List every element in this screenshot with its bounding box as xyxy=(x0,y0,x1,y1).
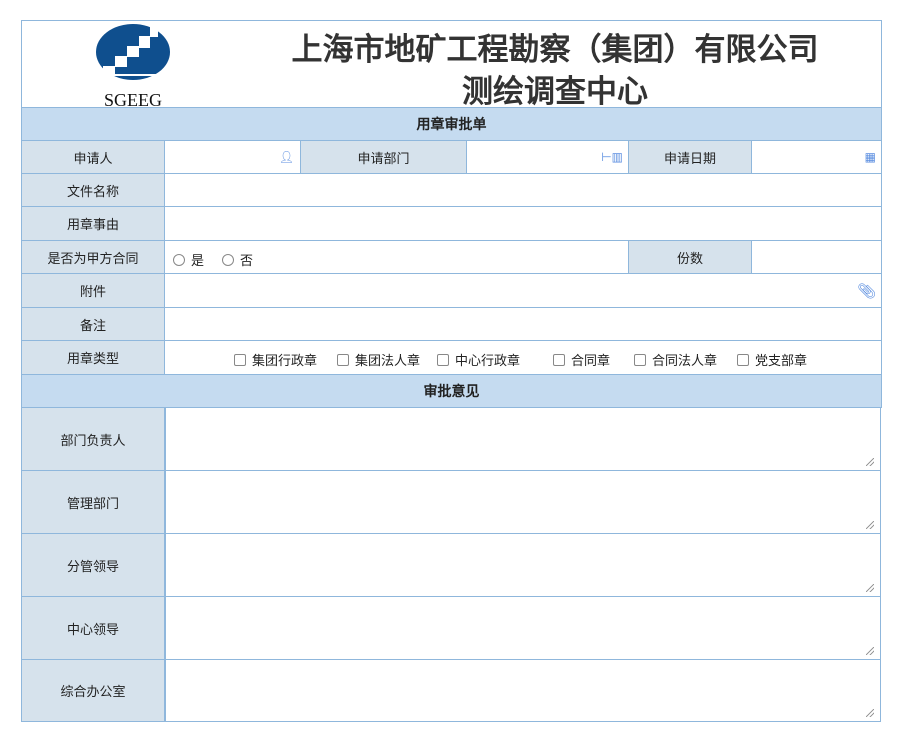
department-label: 申请部门 xyxy=(300,140,467,174)
checkbox[interactable] xyxy=(337,353,349,366)
approval-textarea[interactable] xyxy=(165,470,881,534)
approval-label: 部门负责人 xyxy=(21,407,165,471)
radio-no[interactable]: 否 xyxy=(222,250,253,269)
checkbox[interactable] xyxy=(737,353,749,366)
approval-textarea[interactable] xyxy=(165,407,881,471)
attachment-input[interactable]: 📎︎ xyxy=(164,273,882,308)
checkbox[interactable] xyxy=(553,353,565,366)
reason-label: 用章事由 xyxy=(21,206,165,241)
checkbox[interactable] xyxy=(634,353,646,366)
approval-label: 管理部门 xyxy=(21,470,165,534)
department-input[interactable]: ⊢▥ xyxy=(466,140,629,174)
seal-option-label: 集团法人章 xyxy=(355,354,421,369)
copies-input[interactable] xyxy=(751,240,882,274)
reason-input[interactable] xyxy=(164,206,882,241)
approval-textarea[interactable] xyxy=(165,659,881,722)
resize-handle[interactable] xyxy=(866,584,874,592)
approval-textarea[interactable] xyxy=(165,533,881,597)
seal-option[interactable]: 中心行政章 xyxy=(437,350,520,369)
party-a-label: 是否为甲方合同 xyxy=(21,240,165,274)
remark-label: 备注 xyxy=(21,307,165,341)
applicant-input[interactable]: 👤︎ xyxy=(164,140,301,174)
date-label: 申请日期 xyxy=(628,140,752,174)
seal-option[interactable]: 集团法人章 xyxy=(337,350,420,369)
center-title: 测绘调查中心 xyxy=(462,74,648,110)
radio-no-label: 否 xyxy=(240,254,254,269)
approval-label: 综合办公室 xyxy=(21,659,165,722)
seal-option-label: 党支部章 xyxy=(755,354,808,369)
seal-option-label: 集团行政章 xyxy=(252,354,318,369)
seal-option[interactable]: 集团行政章 xyxy=(234,350,317,369)
file-name-input[interactable] xyxy=(164,173,882,207)
calendar-icon: ▦ xyxy=(864,150,876,164)
applicant-label: 申请人 xyxy=(21,140,165,174)
radio-yes[interactable]: 是 xyxy=(173,250,204,269)
attachment-label: 附件 xyxy=(21,273,165,308)
seal-option-label: 合同章 xyxy=(571,354,611,369)
resize-handle[interactable] xyxy=(866,647,874,655)
checkbox[interactable] xyxy=(437,353,449,366)
paperclip-icon[interactable]: 📎︎ xyxy=(857,282,876,300)
company-logo: SGEEG xyxy=(95,24,171,110)
seal-option-label: 中心行政章 xyxy=(455,354,521,369)
approval-textarea[interactable] xyxy=(165,596,881,660)
file-name-label: 文件名称 xyxy=(21,173,165,207)
resize-handle[interactable] xyxy=(866,521,874,529)
resize-handle[interactable] xyxy=(866,458,874,466)
seal-option[interactable]: 合同法人章 xyxy=(634,350,717,369)
approval-label: 分管领导 xyxy=(21,533,165,597)
user-icon: 👤︎ xyxy=(278,150,294,164)
seal-option[interactable]: 党支部章 xyxy=(737,350,807,369)
radio-circle[interactable] xyxy=(173,253,185,266)
date-input[interactable]: ▦ xyxy=(751,140,882,174)
radio-circle[interactable] xyxy=(222,253,234,266)
copies-label: 份数 xyxy=(628,240,752,274)
seal-option[interactable]: 合同章 xyxy=(553,350,610,369)
department-icon: ⊢▥ xyxy=(601,150,623,164)
approval-label: 中心领导 xyxy=(21,596,165,660)
section-title-approval: 审批意见 xyxy=(21,374,882,408)
remark-input[interactable] xyxy=(164,307,882,341)
section-title-seal: 用章审批单 xyxy=(21,107,882,141)
seal-option-label: 合同法人章 xyxy=(652,354,718,369)
resize-handle[interactable] xyxy=(866,709,874,717)
seal-type-label: 用章类型 xyxy=(21,340,165,375)
checkbox[interactable] xyxy=(234,353,246,366)
company-title: 上海市地矿工程勘察（集团）有限公司 xyxy=(291,32,819,68)
radio-yes-label: 是 xyxy=(191,254,205,269)
